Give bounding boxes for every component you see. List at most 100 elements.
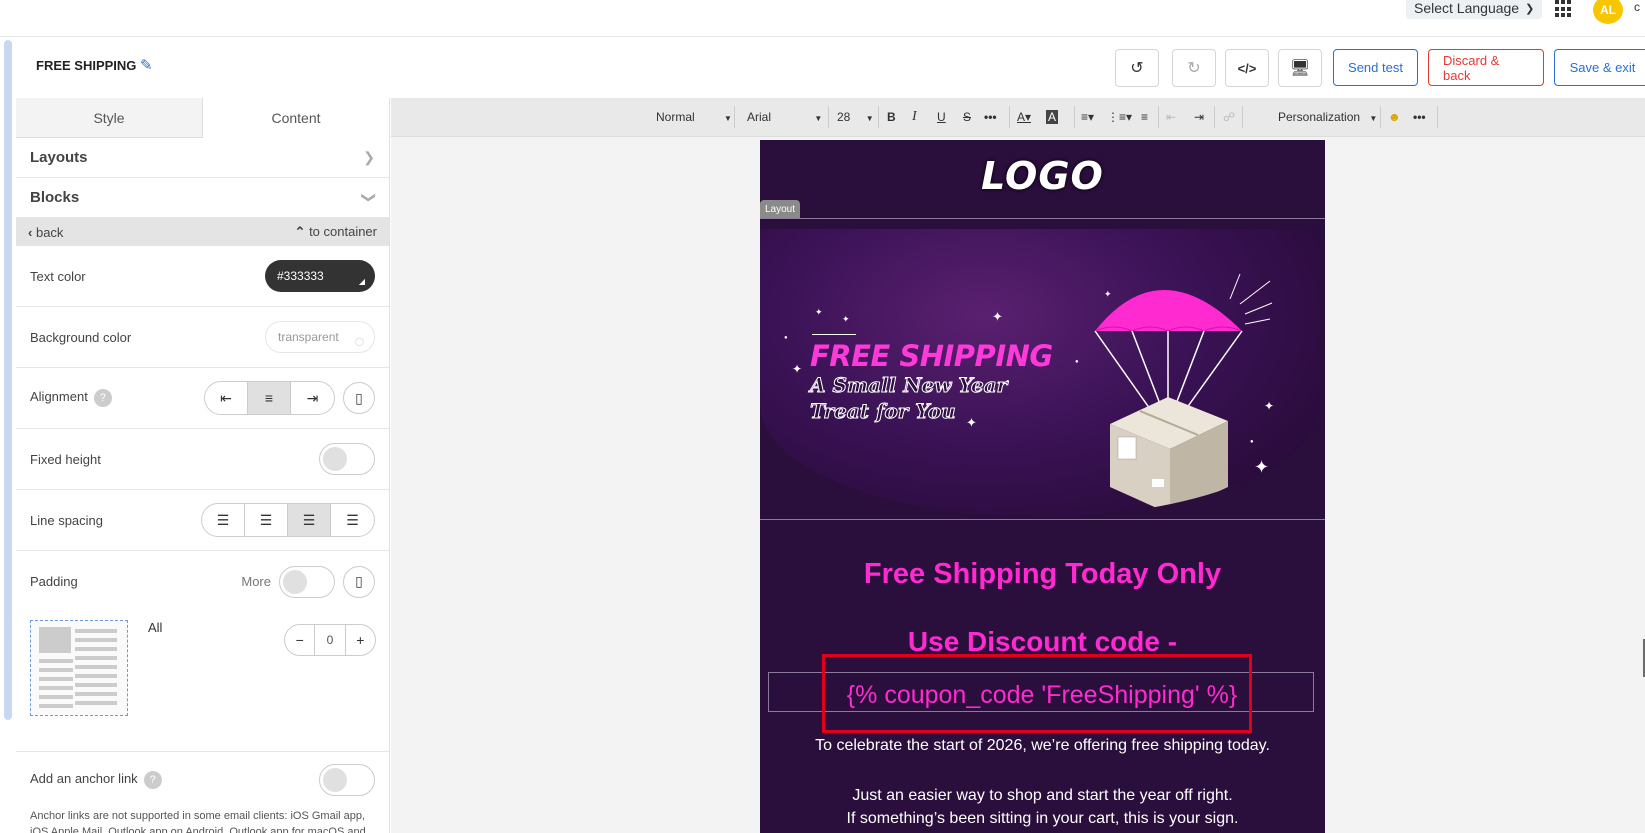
align-icon[interactable]: ≡▾ <box>1081 110 1094 124</box>
body-line-3[interactable]: If something’s been sitting in your cart… <box>760 810 1325 828</box>
help-icon[interactable]: ? <box>143 771 162 789</box>
pencil-icon[interactable]: ✎ <box>140 56 153 74</box>
strikethrough-icon[interactable]: S <box>963 110 971 124</box>
code-view-button[interactable]: </> <box>1225 49 1269 87</box>
caret-down-icon: ▼ <box>1369 114 1378 123</box>
device-preview-button[interactable]: 🖥 <box>1278 49 1322 87</box>
alignment-row: Alignment? ⇤ ≡ ⇥ ▯ <box>16 368 389 429</box>
fixed-height-toggle[interactable] <box>319 443 375 475</box>
align-center-icon[interactable]: ≡ <box>248 382 291 414</box>
personalization-select[interactable]: Personalization ▼ <box>1278 110 1377 124</box>
line-spacing-relaxed-icon[interactable]: ☰ <box>288 504 331 536</box>
hero-image: ✦ ✦ ● ✦ ✦ ✦ ● ● ✦ ✦ ✦ ● FREE SHIPPING A … <box>760 229 1320 517</box>
mobile-toggle-icon[interactable]: ▯ <box>343 565 375 598</box>
line-spacing-row: Line spacing ☰ ☰ ☰ ☰ <box>16 490 389 551</box>
more-format-icon[interactable]: ••• <box>984 110 997 124</box>
line-spacing-loose-icon[interactable]: ☰ <box>331 504 374 536</box>
italic-icon[interactable]: I <box>912 109 917 125</box>
apps-grid-icon[interactable] <box>1555 0 1573 18</box>
line-spacing-label: Line spacing <box>30 512 103 528</box>
layout-tag[interactable]: Layout <box>760 200 801 218</box>
email-logo[interactable]: LOGO <box>760 154 1325 198</box>
text-color-label: Text color <box>30 268 86 284</box>
title-underline <box>812 334 856 335</box>
underline-icon[interactable]: U <box>937 110 946 124</box>
chevron-down-icon: ❯ <box>361 191 378 204</box>
body-line-1[interactable]: To celebrate the start of 2026, we’re of… <box>760 737 1325 755</box>
font-size-select[interactable]: 28 ▼ <box>837 110 874 124</box>
toolbar-divider <box>1242 106 1243 128</box>
avatar[interactable]: AL <box>1593 0 1623 24</box>
caret-down-icon: ▼ <box>724 114 732 123</box>
outdent-icon[interactable]: ⇤ <box>1166 110 1176 124</box>
bold-icon[interactable]: B <box>887 110 896 124</box>
paragraph-style-select[interactable]: Normal ▼ <box>656 110 732 124</box>
to-container-link[interactable]: ⌃ to container <box>295 224 377 240</box>
undo-button[interactable]: ↺ <box>1115 49 1159 87</box>
help-icon[interactable]: ? <box>93 389 112 407</box>
line-spacing-group: ☰ ☰ ☰ ☰ <box>201 503 375 537</box>
background-color-picker[interactable]: transparent ◯ <box>265 321 375 353</box>
align-right-icon[interactable]: ⇥ <box>291 382 334 414</box>
anchor-note: Anchor links are not supported in some e… <box>30 810 366 833</box>
line-spacing-tight-icon[interactable]: ☰ <box>202 504 245 536</box>
hero-banner[interactable]: ✦ ✦ ● ✦ ✦ ✦ ● ● ✦ ✦ ✦ ● FREE SHIPPING A … <box>760 218 1325 520</box>
align-left-icon[interactable]: ⇤ <box>205 382 248 414</box>
redo-icon: ↻ <box>1187 60 1201 77</box>
padding-editor: All − 0 + <box>16 612 389 752</box>
email-preview: LOGO Layout ✦ ✦ ● ✦ ✦ ✦ ● ● ✦ ✦ ✦ ● FREE… <box>760 140 1325 833</box>
text-lines-icon <box>39 659 73 709</box>
anchor-link-toggle[interactable] <box>319 764 375 796</box>
highlight-color-icon[interactable]: A <box>1046 110 1059 124</box>
minus-button[interactable]: − <box>285 632 314 648</box>
headline-text[interactable]: Free Shipping Today Only <box>760 558 1325 591</box>
resize-corner-icon: ◢ <box>358 277 365 286</box>
email-canvas: Normal ▼ Arial ▼ 28 ▼ B I U S ••• A▾ A ≡… <box>391 98 1645 833</box>
indent-icon[interactable]: ⇥ <box>1194 110 1204 124</box>
toolbar-divider <box>1074 106 1075 128</box>
send-test-button[interactable]: Send test <box>1333 49 1418 86</box>
padding-preview <box>30 620 128 716</box>
padding-more-toggle[interactable] <box>279 565 335 598</box>
discard-button[interactable]: Discard & back <box>1428 49 1544 86</box>
redo-button[interactable]: ↻ <box>1172 49 1216 87</box>
tab-style[interactable]: Style <box>16 98 202 138</box>
text-color-icon[interactable]: A▾ <box>1017 110 1031 124</box>
top-bar: Select Language ❯ AL c <box>0 0 1645 37</box>
toolbar-divider <box>878 106 879 128</box>
text-color-picker[interactable]: #333333 ◢ <box>265 260 375 292</box>
line-height-icon[interactable]: ≡ <box>1141 110 1148 124</box>
body-line-2[interactable]: Just an easier way to shop and start the… <box>760 787 1325 805</box>
personalization-label: Personalization <box>1278 110 1361 124</box>
plus-button[interactable]: + <box>346 632 375 648</box>
list-icon[interactable]: ⋮≡▾ <box>1107 110 1132 124</box>
padding-row: Padding More ▯ <box>16 551 389 612</box>
banner-subtitle-line-1: A Small New Year <box>809 373 1008 398</box>
editor-header: FREE SHIPPING ✎ ↺ ↻ </> 🖥 Send test Disc… <box>16 38 1645 98</box>
toolbar-divider <box>1009 106 1010 128</box>
block-nav-bar: ‹ back ⌃ to container <box>16 218 389 246</box>
text-lines-icon <box>75 629 117 709</box>
save-exit-button[interactable]: Save & exit <box>1554 49 1645 86</box>
banner-subtitle-line-2: Treat for You <box>810 399 957 424</box>
sparkle-icon: ● <box>1075 359 1079 365</box>
mobile-toggle-icon[interactable]: ▯ <box>343 382 375 414</box>
toolbar-divider <box>1158 106 1159 128</box>
padding-value[interactable]: 0 <box>314 625 346 655</box>
emoji-icon[interactable]: ☻ <box>1388 110 1401 124</box>
chevron-up-icon: ⌃ <box>294 224 306 239</box>
layouts-section[interactable]: Layouts ❯ <box>16 138 389 178</box>
font-family-select[interactable]: Arial ▼ <box>747 110 822 124</box>
line-spacing-normal-icon[interactable]: ☰ <box>245 504 288 536</box>
page-title: FREE SHIPPING <box>36 58 137 73</box>
page-scrollbar[interactable] <box>4 40 12 720</box>
link-icon[interactable]: ☍ <box>1223 110 1235 124</box>
blocks-section[interactable]: Blocks ❯ <box>16 178 389 218</box>
code-icon: </> <box>1237 60 1257 76</box>
language-select[interactable]: Select Language ❯ <box>1406 0 1543 19</box>
padding-stepper: − 0 + <box>284 624 376 656</box>
paragraph-style-value: Normal <box>656 110 695 124</box>
tab-content[interactable]: Content <box>202 98 389 138</box>
more-options-icon[interactable]: ••• <box>1413 110 1426 124</box>
back-link[interactable]: ‹ back <box>28 225 63 240</box>
